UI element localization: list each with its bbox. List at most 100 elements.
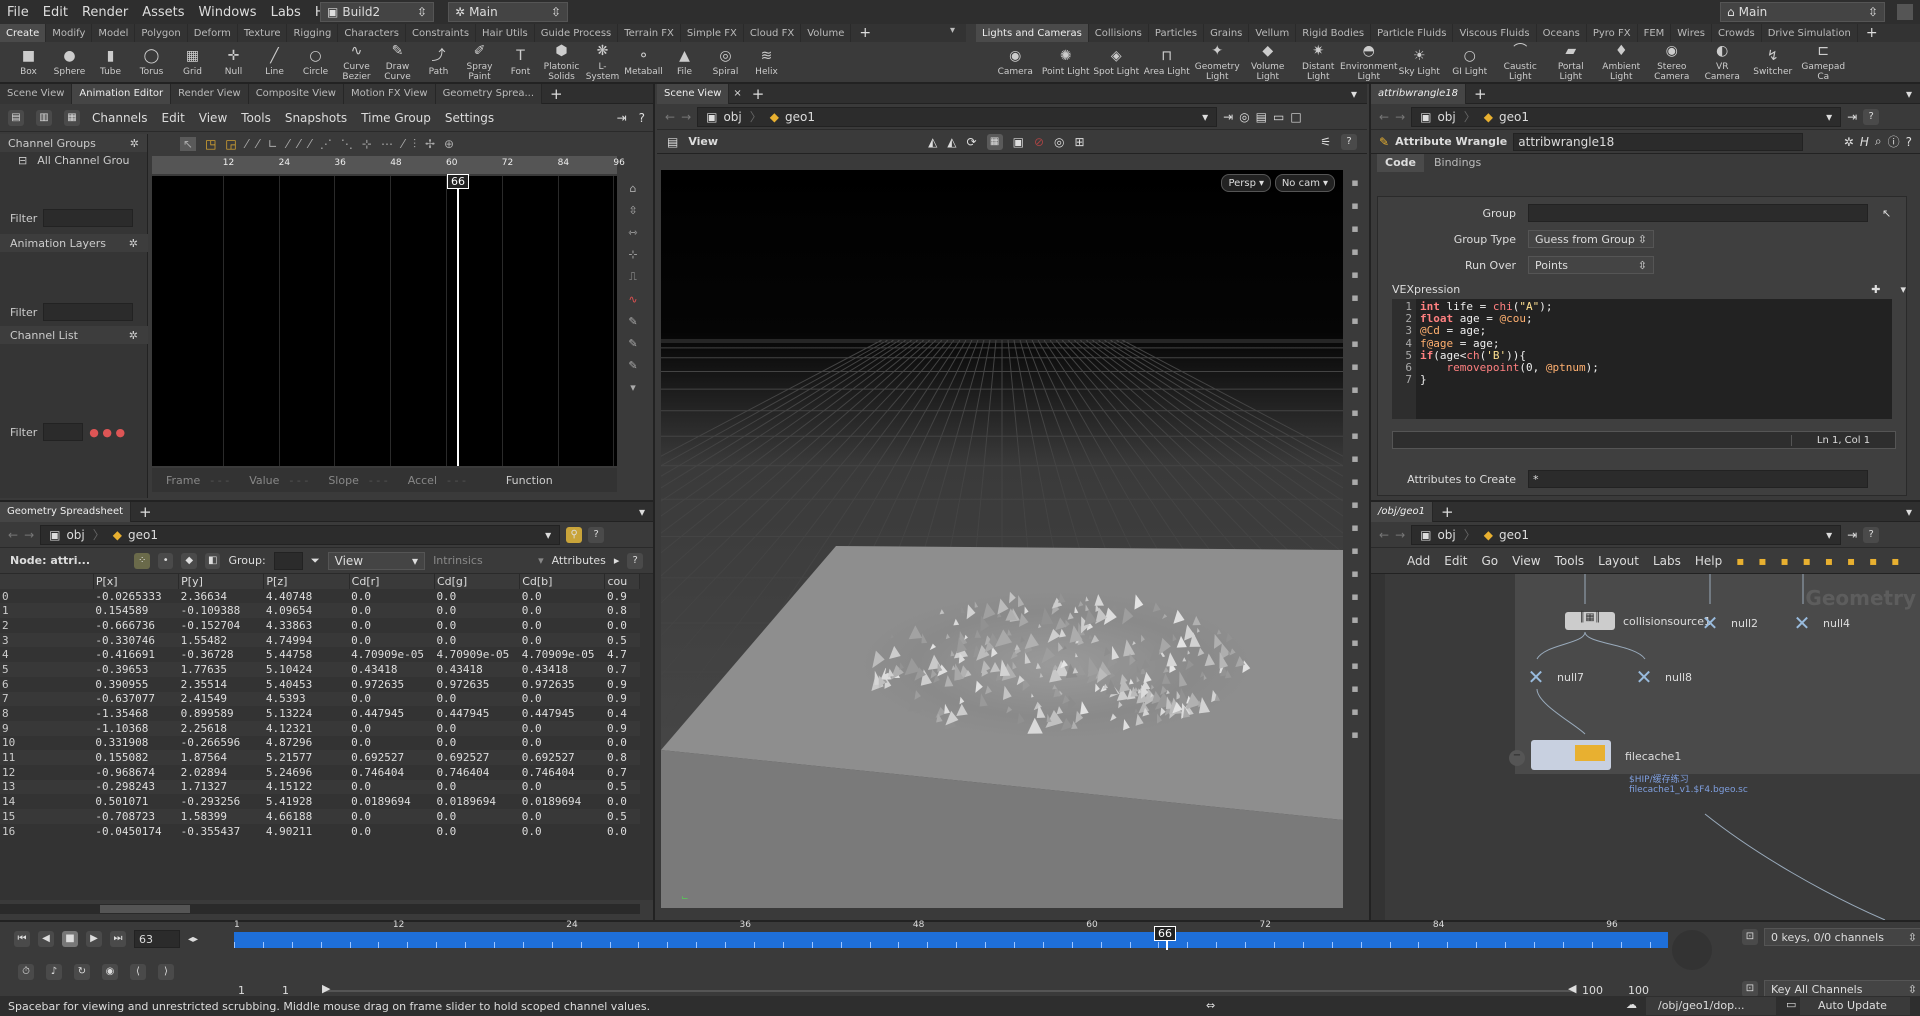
menu-view[interactable]: View bbox=[199, 111, 227, 125]
menu-time-group[interactable]: Time Group bbox=[361, 111, 431, 125]
group-type-dropdown[interactable]: Guess from Group ⇳ bbox=[1528, 230, 1654, 248]
add-spare-icon[interactable]: ✚ bbox=[1871, 283, 1880, 296]
add-tab-icon[interactable]: + bbox=[1474, 85, 1487, 103]
tool-distant-light[interactable]: ✷ Distant Light bbox=[1293, 42, 1344, 82]
keys-icon[interactable]: ⊡ bbox=[1742, 929, 1758, 945]
tool-area-light[interactable]: ⊓ Area Light bbox=[1142, 47, 1193, 77]
node-null7[interactable]: ✕ null7 bbox=[1521, 664, 1584, 690]
pin-icon[interactable]: ⇥ bbox=[1223, 110, 1233, 124]
path-node[interactable]: geo1 bbox=[785, 110, 815, 124]
group-input[interactable] bbox=[273, 551, 303, 570]
maximize-icon[interactable]: □ bbox=[1290, 110, 1301, 124]
path-breadcrumb[interactable]: ▣ obj 〉 ◆ geo1 ▾ bbox=[1411, 106, 1842, 127]
shelf-tab-guide-process[interactable]: Guide Process bbox=[535, 24, 619, 42]
curve-icon[interactable]: ▪ bbox=[1351, 429, 1358, 442]
shelf-tab-drive-simulation[interactable]: Drive Simulation bbox=[1762, 24, 1858, 42]
vertices-icon[interactable]: • bbox=[157, 552, 174, 569]
tool-draw-curve[interactable]: ✎ Draw Curve bbox=[377, 42, 418, 82]
skip-start-icon[interactable]: ⏮ bbox=[14, 931, 30, 947]
list-icon[interactable]: ▪ bbox=[1781, 554, 1789, 568]
play-icon[interactable]: ▶ bbox=[86, 931, 102, 947]
attributes-button[interactable]: Attributes bbox=[552, 554, 606, 567]
group-input[interactable] bbox=[1528, 204, 1868, 222]
path-breadcrumb[interactable]: ▣ obj 〉 ◆ geo1 ▾ bbox=[1411, 524, 1842, 545]
table-row[interactable]: 5 -0.39653 1.77635 5.10424 0.43418 0.43418 0.4… bbox=[0, 662, 640, 677]
audio-icon[interactable] bbox=[1672, 930, 1712, 970]
table-row[interactable]: 9 -1.10368 2.25618 4.12321 0.0 0.0 0.0 0.9 bbox=[0, 720, 640, 736]
channels-icon[interactable]: ⎍ bbox=[629, 270, 637, 284]
tool-caustic-light[interactable]: ⌒ Caustic Light bbox=[1495, 42, 1546, 82]
chevron-down-icon[interactable]: ▾ bbox=[1900, 283, 1906, 296]
field-accel[interactable]: Accel bbox=[408, 474, 437, 487]
ease-icon[interactable]: ⁄ bbox=[287, 137, 289, 151]
shelf-tab-modify[interactable]: Modify bbox=[46, 24, 93, 42]
tool-spot-light[interactable]: ◈ Spot Light bbox=[1091, 47, 1142, 77]
particles-icon[interactable]: ▪ bbox=[1351, 406, 1358, 419]
render-icon[interactable]: ▪ bbox=[1351, 383, 1358, 396]
display-options-icon[interactable]: ⚟ bbox=[1320, 135, 1331, 149]
node-collisionsource[interactable]: ║▦║ collisionsource1 bbox=[1565, 612, 1711, 630]
tool-circle[interactable]: ○ Circle bbox=[295, 47, 336, 77]
measure-icon[interactable]: ▪ bbox=[1351, 544, 1358, 557]
slope-icon[interactable]: ⁄ bbox=[402, 137, 404, 151]
table-row[interactable]: 14 0.501071 -0.293256 5.41928 0.0189694 0.018… bbox=[0, 794, 640, 809]
home-icon[interactable]: ▪ bbox=[1351, 659, 1358, 672]
tool-font[interactable]: T Font bbox=[500, 47, 541, 77]
keys-dropdown[interactable]: 0 keys, 0/0 channels ⇳ bbox=[1764, 928, 1920, 946]
intrinsics-dropdown[interactable]: Intrinsics bbox=[433, 554, 530, 567]
path-root[interactable]: obj bbox=[1437, 528, 1455, 542]
frame-icon[interactable]: ▪ bbox=[1351, 613, 1358, 626]
pin-icon[interactable]: ⚲ bbox=[566, 526, 583, 543]
table-row[interactable]: 6 0.390955 2.35514 5.40453 0.972635 0.972635 0… bbox=[0, 676, 640, 692]
layout-icon[interactable] bbox=[1897, 4, 1913, 20]
camera-icon[interactable]: ◎ bbox=[1054, 135, 1064, 149]
menu-snapshots[interactable]: Snapshots bbox=[285, 111, 347, 125]
menu-add[interactable]: Add bbox=[1407, 554, 1430, 568]
pen-icon[interactable]: ✎ bbox=[628, 315, 637, 328]
tab-animation-editor[interactable]: Animation Editor bbox=[72, 83, 172, 104]
filter-input[interactable] bbox=[43, 423, 84, 441]
tool-volume-light[interactable]: ◆ Volume Light bbox=[1243, 42, 1294, 82]
table-row[interactable]: 13 -0.298243 1.71327 4.15122 0.0 0.0 0.0 0.5 bbox=[0, 779, 640, 795]
gear-icon[interactable]: ✲ bbox=[1844, 135, 1854, 149]
ease-out-icon[interactable]: ⁄ bbox=[309, 137, 311, 151]
column-header[interactable]: Cd[r] bbox=[349, 574, 435, 589]
tab-render-view[interactable]: Render View bbox=[171, 83, 249, 104]
menu-icon[interactable]: ▤ bbox=[667, 135, 678, 149]
pencil-icon[interactable]: ✎ bbox=[628, 359, 637, 372]
grid-icon[interactable]: ▪ bbox=[1351, 452, 1358, 465]
path-root[interactable]: obj bbox=[723, 110, 741, 124]
menu-assets[interactable]: Assets bbox=[135, 5, 191, 20]
help-icon[interactable]: ? bbox=[1863, 108, 1880, 125]
add-tab-icon[interactable]: + bbox=[1866, 25, 1878, 41]
table-row[interactable]: 2 -0.666736 -0.152704 4.33863 0.0 0.0 0.0 0.0 bbox=[0, 618, 640, 633]
ripple-icon[interactable]: ⋰ bbox=[320, 137, 332, 151]
range-slider[interactable] bbox=[325, 990, 1575, 992]
tool-stereo-camera[interactable]: ◉ Stereo Camera bbox=[1647, 42, 1698, 82]
home-icon[interactable]: ⌂ bbox=[630, 182, 637, 195]
menu-layout[interactable]: Layout bbox=[1598, 554, 1639, 568]
curve-icon[interactable]: ∿ bbox=[628, 293, 637, 306]
pin-icon[interactable]: ⇥ bbox=[617, 111, 627, 125]
menu-help[interactable]: Help bbox=[1695, 554, 1722, 568]
tool-camera[interactable]: ◉ Camera bbox=[990, 47, 1041, 77]
add-tab-icon[interactable]: + bbox=[550, 85, 563, 103]
tool-l-system[interactable]: ❋ L-System bbox=[582, 42, 623, 82]
shelf-tab-model[interactable]: Model bbox=[92, 24, 136, 42]
houdini-help-icon[interactable]: H bbox=[1860, 135, 1869, 149]
add-tab-icon[interactable]: + bbox=[139, 503, 152, 521]
desktop-dropdown[interactable]: ▣ Build2 ⇳ bbox=[320, 2, 434, 22]
column-header[interactable]: cou bbox=[604, 574, 640, 589]
add-tab-icon[interactable]: + bbox=[752, 85, 765, 103]
network-lower-area[interactable] bbox=[1505, 774, 1920, 920]
forward-arrow-icon[interactable]: → bbox=[681, 110, 691, 124]
close-icon[interactable]: × bbox=[733, 88, 741, 99]
filter-icon[interactable]: ⏷ bbox=[311, 554, 320, 568]
snap-frame-icon[interactable]: ⫶ bbox=[413, 137, 416, 152]
column-header[interactable]: P[z] bbox=[263, 574, 350, 589]
tool-sphere[interactable]: ● Sphere bbox=[49, 47, 90, 77]
vex-editor[interactable]: 1234567 int life = chi("A"); float age = … bbox=[1392, 299, 1892, 419]
key-channels-icon[interactable]: ⊡ bbox=[1742, 981, 1758, 997]
panel-menu-icon[interactable]: ▾ bbox=[1906, 87, 1912, 101]
snap-icon[interactable]: ⋯ bbox=[381, 137, 393, 151]
